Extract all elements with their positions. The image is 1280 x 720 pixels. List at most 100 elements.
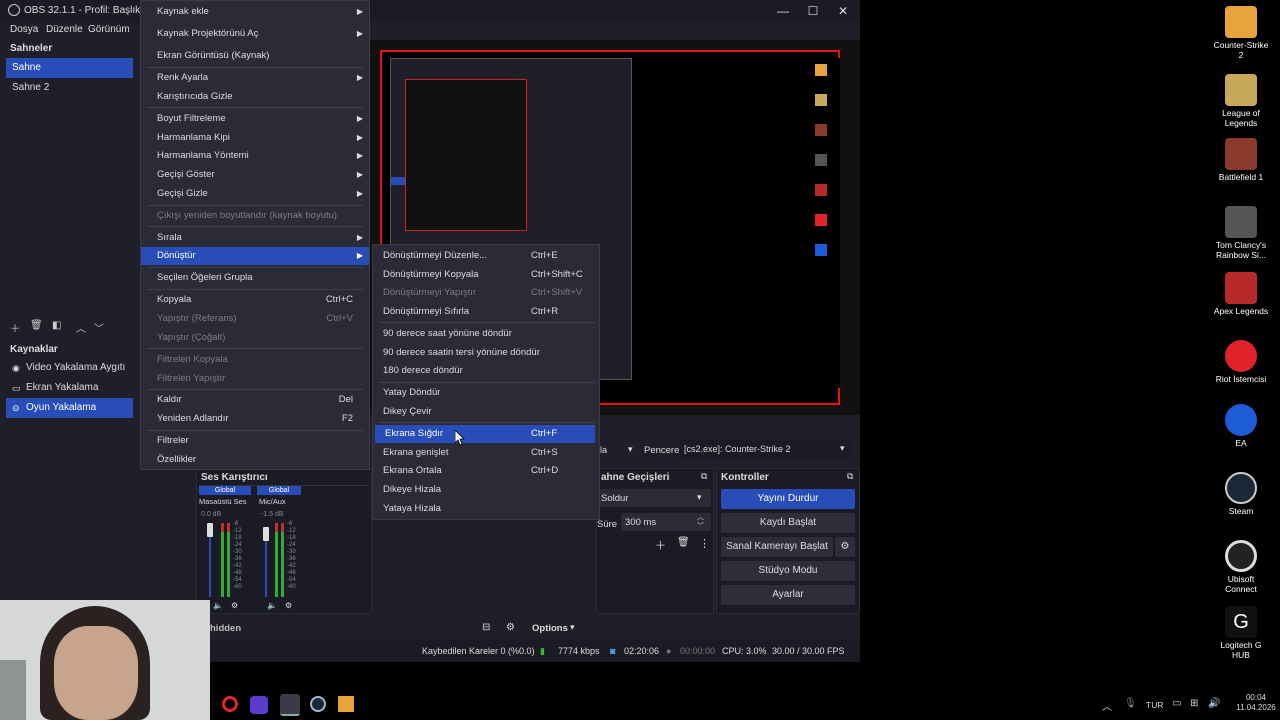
menu-item-show-transition[interactable]: Geçişi Göster ▶ [141,166,369,184]
menu-item-transform[interactable]: Dönüştür ▶ [141,247,369,265]
tray-chevron-up-icon[interactable]: ︿ [1102,698,1112,713]
window-select[interactable]: [cs2.exe]: Counter-Strike 2 ▾ [680,440,852,458]
menu-item-edit-transform[interactable]: Dönüştürmeyi Düzenle... Ctrl+E [373,247,599,265]
menu-item-center-horizontal[interactable]: Yataya Hizala [373,500,599,518]
start-recording-button[interactable]: Kaydı Başlat [721,513,855,533]
volume-slider-track[interactable] [209,537,211,597]
menu-view[interactable]: Görünüm [88,24,130,35]
menu-item-hide-mixer[interactable]: Karıştırıcıda Gizle [141,88,369,106]
menu-item-label: Karıştırıcıda Gizle [157,91,233,102]
volume-slider-track[interactable] [265,541,267,597]
desktop-icon-rainbow-six[interactable]: Tom Clancy's Rainbow Si... [1212,206,1270,260]
menu-item-center-to-screen[interactable]: Ekrana Ortala Ctrl+D [373,462,599,480]
edit-icon[interactable]: ⚙ [506,622,515,633]
menu-item-group-selected[interactable]: Seçilen Öğeleri Grupla [141,269,369,287]
menu-item-fit-to-screen[interactable]: Ekrana Sığdır Ctrl+F [375,425,595,443]
opera-icon[interactable] [222,696,238,712]
volume-slider-handle[interactable] [207,523,213,537]
start-virtual-camera-button[interactable]: Sanal Kamerayı Başlat [721,537,833,557]
transition-select[interactable]: Soldur ▾ [597,489,711,507]
speaker-icon[interactable]: 🔈 [267,601,277,610]
desktop-icon-apex[interactable]: Apex Legends [1212,272,1270,316]
menu-file[interactable]: Dosya [10,24,38,35]
minimize-button[interactable]: — [768,2,798,20]
source-item[interactable]: ⊝ Oyun Yakalama [6,398,133,418]
desktop-icon-battlefield[interactable]: Battlefield 1 [1212,138,1270,182]
chevron-down-icon[interactable]: ▾ [628,444,633,455]
app-icon[interactable] [250,696,268,714]
close-button[interactable]: ✕ [828,2,858,20]
menu-item-hide-transition[interactable]: Geçişi Gizle ▶ [141,185,369,203]
menu-item-order[interactable]: Sırala ▶ [141,229,369,247]
menu-item-properties[interactable]: Özellikler [141,451,369,469]
microphone-icon[interactable]: 🎙 [1124,698,1137,709]
settings-button[interactable]: Ayarlar [721,585,855,605]
menu-item-color[interactable]: Renk Ayarla ▶ [141,69,369,87]
add-icon[interactable]: ＋ [655,537,666,553]
menu-item-rotate-ccw[interactable]: 90 derece saatin tersi yönüne döndür [373,344,599,362]
menu-item-center-vertical[interactable]: Dikeye Hizala [373,481,599,499]
language-indicator[interactable]: TUR [1146,700,1163,710]
menu-item-filters[interactable]: Filtreler [141,432,369,450]
steam-taskbar-icon[interactable] [310,696,326,712]
scene-item[interactable]: Sahne 2 [6,78,133,98]
dock-float-icon[interactable]: ⧉ [847,471,853,482]
desktop-icon-cs2[interactable]: Counter-Strike 2 [1212,6,1270,60]
desktop-icon-steam[interactable]: Steam [1212,472,1270,516]
menu-item-copy-transform[interactable]: Dönüştürmeyi Kopyala Ctrl+Shift+C [373,266,599,284]
scene-item[interactable]: Sahne [6,58,133,78]
record-icon: ● [666,646,672,656]
menu-item-rename[interactable]: Yeniden Adlandır F2 [141,410,369,428]
arrow-up-icon[interactable]: ︿ [76,320,86,335]
source-item[interactable]: ▭ Ekran Yakalama [6,378,133,398]
more-icon[interactable]: ⋮ [699,537,710,550]
menu-edit[interactable]: Düzenle [46,24,83,35]
speaker-icon[interactable]: 🔈 [213,601,223,610]
spin-down-icon[interactable]: ﹀ [697,521,704,531]
menu-item-rotate-cw[interactable]: 90 derece saat yönüne döndür [373,325,599,343]
trash-icon[interactable]: 🗑 [677,537,690,548]
menu-item-rotate-180[interactable]: 180 derece döndür [373,362,599,380]
layout-icon[interactable]: ⊟ [482,622,490,633]
menu-item-add-source[interactable]: Kaynak ekle ▶ [141,3,369,21]
menu-item-blend-method[interactable]: Harmanlama Yöntemi ▶ [141,147,369,165]
duration-spinbox[interactable]: 300 ms ︿ ﹀ [621,513,711,531]
desktop-icon-ubisoft[interactable]: Ubisoft Connect [1212,540,1270,594]
options-button[interactable]: Options [532,623,568,634]
virtual-camera-settings-button[interactable]: ⚙ [835,537,855,557]
maximize-button[interactable]: ☐ [798,2,828,20]
source-item[interactable]: ◉ Video Yakalama Aygıtı [6,358,133,378]
trash-icon[interactable]: 🗑 [30,320,43,331]
desktop-icon-logitech[interactable]: G Logitech G HUB [1212,606,1270,660]
menu-item-blend-mode[interactable]: Harmanlama Kipi ▶ [141,129,369,147]
volume-slider-handle[interactable] [263,527,269,541]
menu-item-stretch-to-screen[interactable]: Ekrana genişlet Ctrl+S [373,444,599,462]
sources-list[interactable]: ◉ Video Yakalama Aygıtı ▭ Ekran Yakalama… [6,358,134,598]
menu-item-reset-transform[interactable]: Dönüştürmeyi Sıfırla Ctrl+R [373,303,599,321]
dock-float-icon[interactable]: ⧉ [701,471,707,482]
menu-item-copy[interactable]: Kopyala Ctrl+C [141,291,369,309]
scenes-list[interactable]: Sahne Sahne 2 [6,56,134,316]
obs-taskbar-icon[interactable] [280,694,300,716]
display-icon[interactable]: ▭ [1172,698,1181,709]
desktop-icon-riot[interactable]: Riot İstemcisi [1212,340,1270,384]
menu-item-flip-horizontal[interactable]: Yatay Döndür [373,384,599,402]
studio-mode-button[interactable]: Stüdyo Modu [721,561,855,581]
network-icon[interactable]: ⊞ [1190,698,1198,709]
menu-item-scale-filter[interactable]: Boyut Filtreleme ▶ [141,110,369,128]
desktop-icon-ea[interactable]: EA [1212,404,1270,448]
menu-item-remove[interactable]: Kaldır Del [141,391,369,409]
menu-item-open-projector[interactable]: Kaynak Projektörünü Aç ▶ [141,25,369,43]
menu-item-screenshot[interactable]: Ekran Görüntüsü (Kaynak) [141,47,369,65]
filter-icon[interactable]: ◧ [52,320,61,331]
cs2-taskbar-icon[interactable] [338,696,354,712]
arrow-down-icon[interactable]: ﹀ [94,320,104,335]
volume-icon[interactable]: 🔊 [1208,698,1220,709]
stop-streaming-button[interactable]: Yayını Durdur [721,489,855,509]
menu-item-flip-vertical[interactable]: Dikey Çevir [373,403,599,421]
clock[interactable]: 00:04 11.04.2026 [1232,693,1280,713]
gear-icon[interactable]: ⚙ [285,601,292,610]
gear-icon[interactable]: ⚙ [231,601,238,610]
desktop-icon-lol[interactable]: League of Legends [1212,74,1270,128]
add-icon[interactable]: ＋ [10,320,20,335]
